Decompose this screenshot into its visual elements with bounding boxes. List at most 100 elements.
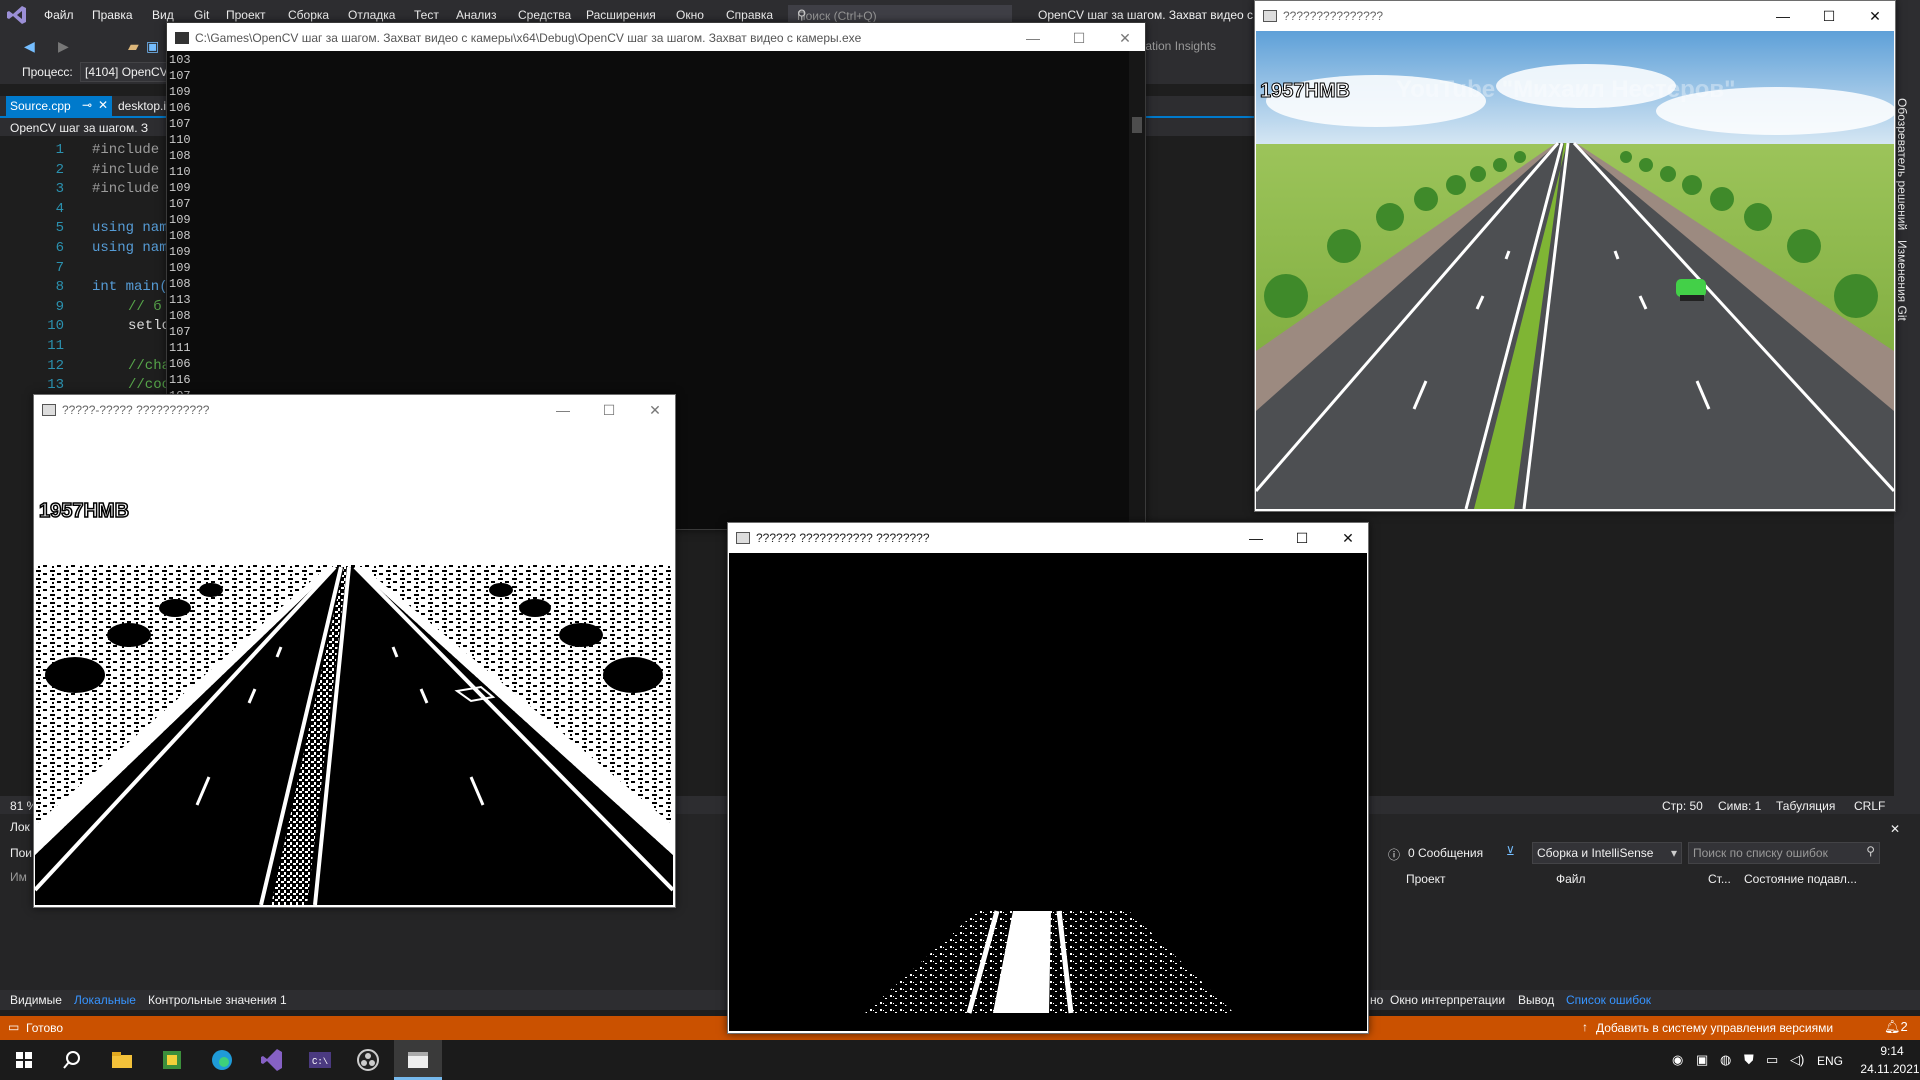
tab-immediate[interactable]: Окно интерпретации [1390,993,1505,1007]
col-line[interactable]: Ст... [1708,872,1731,886]
console-scrollbar[interactable] [1129,51,1145,529]
git-changes-tab[interactable]: Изменения Git [1895,240,1909,321]
maximize-button[interactable]: ☐ [589,399,629,421]
windows-start-icon[interactable] [10,1046,38,1074]
filter-icon[interactable]: ⊻ [1506,844,1515,858]
error-search-input[interactable]: Поиск по списку ошибок ⚲ [1688,842,1880,864]
code-line[interactable]: #include [92,162,159,178]
menu-window[interactable]: Окно [676,8,704,22]
camera-icon[interactable]: ▣ [1696,1052,1708,1068]
status-eol[interactable]: CRLF [1854,799,1885,813]
tab-locals[interactable]: Локальные [74,993,136,1007]
tab-autos[interactable]: Видимые [10,993,62,1007]
close-button[interactable]: ✕ [1328,527,1368,549]
project-dropdown[interactable]: OpenCV шаг за шагом. З [10,121,148,135]
status-tabs[interactable]: Табуляция [1776,799,1835,813]
threshold-window-titlebar[interactable]: ?????-????? ??????????? — ☐ ✕ [34,395,675,425]
close-button[interactable]: ✕ [635,399,675,421]
obs-tray-icon[interactable]: ◍ [1720,1052,1731,1068]
tab-source-cpp[interactable]: Source.cpp ⊸ ✕ [6,96,112,116]
obs-icon[interactable] [354,1046,382,1074]
visual-studio-icon[interactable] [258,1046,286,1074]
app-window-icon[interactable] [404,1046,432,1074]
menu-file[interactable]: Файл [44,8,74,22]
edge-icon[interactable] [208,1046,236,1074]
locals-search[interactable]: Пои [10,846,32,860]
maximize-button[interactable]: ☐ [1059,27,1099,49]
network-icon[interactable]: ▭ [1766,1052,1778,1068]
add-source-control-button[interactable]: Добавить в систему управления версиями [1596,1021,1833,1035]
search-icon: ⚲ [797,7,807,22]
code-line[interactable]: //coo [128,377,170,393]
build-intellisense-select[interactable]: Сборка и IntelliSense ▾ [1532,842,1682,864]
col-file[interactable]: Файл [1556,872,1586,886]
code-line[interactable]: setlo [128,318,170,334]
tab-partial[interactable]: но [1370,993,1383,1007]
line-number: 3 [55,181,64,198]
app-icon[interactable] [158,1046,186,1074]
tab-watch-1[interactable]: Контрольные значения 1 [148,993,287,1007]
menu-project[interactable]: Проект [226,8,266,22]
menu-debug[interactable]: Отладка [348,8,395,22]
close-icon[interactable]: ✕ [1890,822,1900,836]
back-icon[interactable]: ◀ [24,38,35,55]
minimize-button[interactable]: — [1236,527,1276,549]
close-icon[interactable]: ✕ [98,98,108,112]
menu-tools[interactable]: Средства [518,8,571,22]
tab-desktop[interactable]: desktop.i [112,96,172,116]
menu-extensions[interactable]: Расширения [586,8,656,22]
code-line[interactable]: int main( [92,279,168,295]
menu-help[interactable]: Справка [726,8,773,22]
forward-icon[interactable]: ▶ [58,38,69,55]
col-project[interactable]: Проект [1406,872,1446,886]
messages-filter[interactable]: 0 Сообщения [1408,846,1483,860]
console-titlebar[interactable]: C:\Games\OpenCV шаг за шагом. Захват вид… [167,23,1145,53]
open-folder-icon[interactable]: ▰ [128,38,139,55]
keyboard-language[interactable]: ENG [1817,1054,1843,1068]
code-line[interactable]: #include [92,181,159,197]
close-button[interactable]: ✕ [1105,27,1145,49]
search-icon: ⚲ [1866,844,1875,858]
save-icon[interactable]: ▣ [146,38,159,55]
scroll-thumb[interactable] [1132,117,1142,133]
status-column: Симв: 1 [1718,799,1762,813]
file-explorer-icon[interactable] [108,1046,136,1074]
volume-icon[interactable]: ◁) [1790,1052,1804,1068]
visual-studio-logo-icon[interactable] [6,4,28,26]
tab-error-list[interactable]: Список ошибок [1566,993,1651,1007]
tab-output[interactable]: Вывод [1518,993,1554,1007]
close-button[interactable]: ✕ [1855,5,1895,27]
menu-edit[interactable]: Правка [92,8,133,22]
code-line[interactable]: using nam [92,220,168,236]
minimize-button[interactable]: — [1763,5,1803,27]
minimize-button[interactable]: — [1013,27,1053,49]
menu-build[interactable]: Сборка [288,8,329,22]
menu-test[interactable]: Тест [414,8,439,22]
minimize-button[interactable]: — [543,399,583,421]
code-line[interactable]: using nam [92,240,168,256]
windows-security-icon[interactable]: ⛊ [1744,1052,1754,1068]
line-number: 2 [55,161,64,178]
col-suppression[interactable]: Состояние подавл... [1744,872,1857,886]
app-insights-button[interactable]: lication Insights [1134,39,1216,53]
color-window-titlebar[interactable]: ??????????????? — ☐ ✕ [1255,1,1895,31]
menu-analyze[interactable]: Анализ [456,8,497,22]
maximize-button[interactable]: ☐ [1282,527,1322,549]
search-icon[interactable] [58,1046,86,1074]
terminal-icon[interactable]: C:\ [306,1046,334,1074]
code-line[interactable]: //cha [128,358,170,374]
menu-view[interactable]: Вид [152,8,174,22]
clock-date[interactable]: 24.11.2021 [1860,1062,1920,1076]
mask-window-titlebar[interactable]: ?????? ??????????? ???????? — ☐ ✕ [728,523,1368,553]
pin-icon[interactable]: ⊸ [82,98,92,112]
code-line[interactable]: #include [92,142,159,158]
menu-git[interactable]: Git [194,8,209,22]
solution-explorer-tab[interactable]: Обозреватель решений [1895,98,1909,230]
notifications-icon[interactable]: 🔔︎2 [1884,1019,1908,1035]
steam-icon[interactable]: ◉ [1672,1052,1683,1068]
line-number: 10 [47,318,64,335]
vs-window-title: OpenCV шаг за шагом. Захват видео с [1038,8,1254,22]
clock-time[interactable]: 9:14 [1870,1044,1914,1058]
code-line[interactable]: // б [128,299,162,315]
maximize-button[interactable]: ☐ [1809,5,1849,27]
